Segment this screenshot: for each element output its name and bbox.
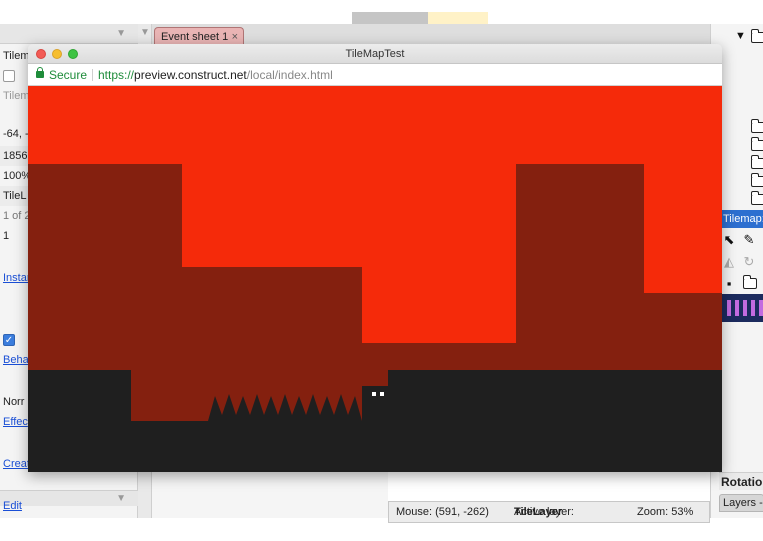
- tile-mark: [751, 300, 755, 316]
- address-bar[interactable]: Secure https://preview.construct.net/loc…: [28, 64, 722, 86]
- flip-icon[interactable]: ◭: [721, 254, 737, 270]
- player-eye: [372, 392, 376, 396]
- cursor-icon[interactable]: ⬉: [721, 232, 737, 248]
- player-eye: [380, 392, 384, 396]
- divider: [92, 69, 93, 81]
- property-row-edit-link: Edit: [0, 496, 138, 516]
- game-canvas[interactable]: [28, 86, 722, 472]
- folder-icon[interactable]: [750, 173, 763, 187]
- folder-icon[interactable]: [750, 137, 763, 151]
- zoom-level: Zoom: 53%: [637, 506, 694, 518]
- layout-view-area: [152, 470, 388, 518]
- tile-mark: [735, 300, 739, 316]
- pencil-icon[interactable]: ✎: [741, 232, 757, 248]
- url-text[interactable]: https://preview.construct.net/local/inde…: [98, 64, 333, 86]
- toolbar-segment-highlight: [428, 12, 488, 24]
- properties-header: ▼: [0, 24, 138, 44]
- checked-checkbox[interactable]: ✓: [3, 334, 15, 347]
- create-link[interactable]: Creat: [3, 458, 30, 470]
- rotation-label: Rotation: [719, 472, 763, 490]
- close-icon[interactable]: ×: [232, 31, 238, 43]
- folder-icon[interactable]: [750, 119, 763, 133]
- save-icon[interactable]: ▪: [721, 276, 737, 292]
- secure-label: Secure: [49, 68, 88, 82]
- top-toolbar-strip: [352, 0, 488, 24]
- screen: ▼ Tilem Tilem -64, - 1856 100% TileL 1 o…: [0, 0, 763, 541]
- tilemap-scene: [28, 86, 722, 472]
- edit-link[interactable]: Edit: [3, 500, 22, 512]
- tile-mark: [743, 300, 747, 316]
- folder-icon[interactable]: [742, 275, 757, 289]
- rotate-icon[interactable]: ↻: [741, 254, 757, 270]
- folder-icon[interactable]: [750, 29, 763, 43]
- status-bar: Mouse: (591, -262) Active layer: TileLay…: [388, 501, 710, 523]
- tileset-preview[interactable]: [721, 294, 763, 322]
- tilemap-bar-header: Tilemap:: [721, 210, 763, 228]
- mouse-position: Mouse: (591, -262): [396, 506, 489, 518]
- effects-link[interactable]: Effec: [3, 416, 28, 428]
- active-layer: Active layer: TileLayer: [514, 506, 574, 518]
- window-titlebar[interactable]: TileMapTest: [28, 44, 722, 64]
- tile-mark: [727, 300, 731, 316]
- player-sprite: [362, 386, 388, 421]
- chevron-down-icon[interactable]: ▼: [140, 27, 150, 38]
- folder-icon[interactable]: [750, 191, 763, 205]
- chevron-down-icon[interactable]: ▼: [116, 28, 126, 39]
- window-title: TileMapTest: [345, 48, 405, 60]
- toolbar-segment: [352, 12, 428, 24]
- preview-window: TileMapTest Secure https://preview.const…: [28, 44, 722, 472]
- tree-expand-icon[interactable]: ▼: [735, 30, 746, 42]
- property-checkbox[interactable]: [3, 70, 15, 83]
- tile-mark: [759, 300, 763, 316]
- tab-layers[interactable]: Layers -: [719, 494, 763, 512]
- folder-icon[interactable]: [750, 155, 763, 169]
- lock-icon: [36, 67, 44, 78]
